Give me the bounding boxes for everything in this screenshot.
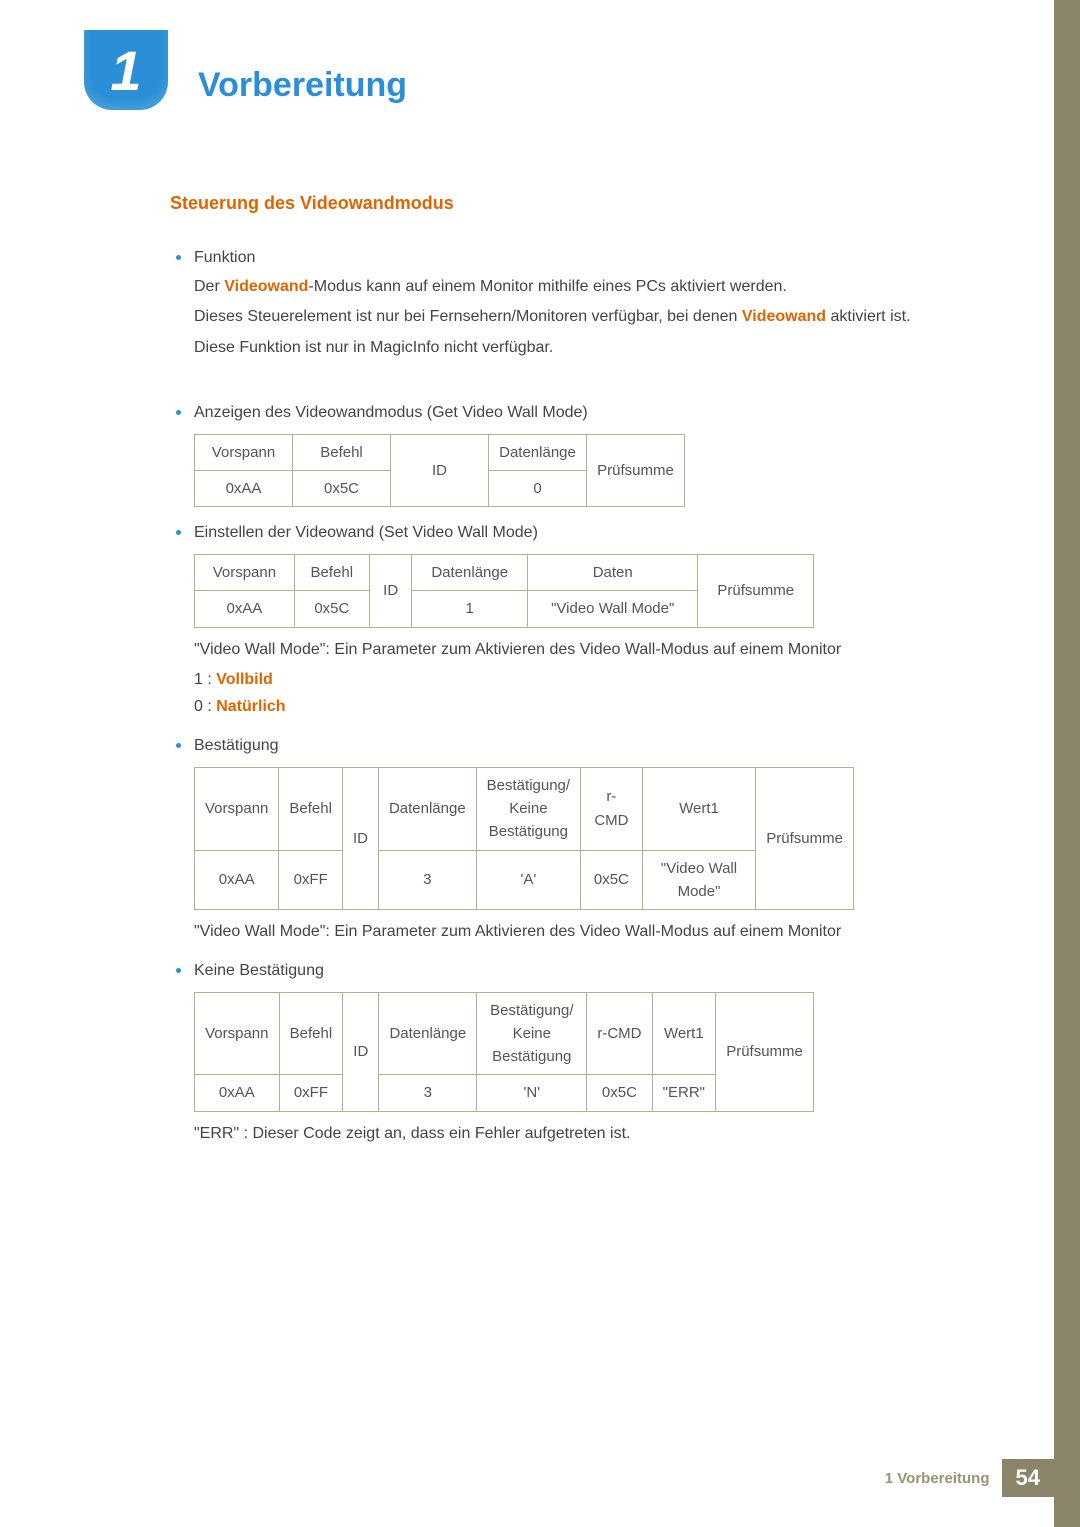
page-content: Steuerung des Videowandmodus Funktion De…: [170, 190, 920, 1153]
td: 1: [412, 591, 528, 627]
para-1: Der Videowand-Modus kann auf einem Monit…: [170, 275, 920, 300]
text: Dieses Steuerelement ist nur bei Fernseh…: [194, 308, 742, 325]
td: "Video Wall Mode": [642, 850, 756, 910]
th-id: ID: [343, 992, 379, 1111]
th-vorspann: Vorspann: [195, 767, 279, 850]
text: 1 :: [194, 671, 216, 688]
para-4: "Video Wall Mode": Ein Parameter zum Akt…: [170, 638, 920, 663]
table-nak: Vorspann Befehl ID Datenlänge Bestätigun…: [194, 992, 814, 1112]
td: 0x5C: [581, 850, 643, 910]
td: 0xAA: [195, 1075, 280, 1111]
text: 0 :: [194, 698, 216, 715]
page-number: 54: [1002, 1459, 1054, 1497]
th-bestaetigung: Bestätigung/ Keine Bestätigung: [476, 767, 580, 850]
chapter-number: 1: [110, 38, 141, 103]
mode-0: 0 : Natürlich: [170, 695, 920, 720]
td: 0xAA: [195, 471, 293, 507]
bullet-funktion: Funktion: [170, 246, 920, 271]
para-3: Diese Funktion ist nur in MagicInfo nich…: [170, 336, 920, 361]
table-row: Vorspann Befehl ID Datenlänge Prüfsumme: [195, 434, 685, 470]
vollbild-term: Vollbild: [216, 671, 273, 688]
table-set-mode: Vorspann Befehl ID Datenlänge Daten Prüf…: [194, 554, 814, 628]
bullet-keine-bestaetigung: Keine Bestätigung: [170, 959, 920, 984]
th-bestaetigung: Bestätigung/ Keine Bestätigung: [477, 992, 587, 1075]
page-footer: 1 Vorbereitung 54: [885, 1459, 1080, 1497]
th-vorspann: Vorspann: [195, 434, 293, 470]
bullet-einstellen: Einstellen der Videowand (Set Video Wall…: [170, 521, 920, 546]
videowand-term: Videowand: [742, 308, 826, 325]
td: 'N': [477, 1075, 587, 1111]
th-datenlaenge: Datenlänge: [378, 767, 476, 850]
th-befehl: Befehl: [293, 434, 391, 470]
table-get-mode: Vorspann Befehl ID Datenlänge Prüfsumme …: [194, 434, 685, 508]
chapter-number-tab: 1: [84, 30, 168, 110]
th-id: ID: [391, 434, 489, 507]
td: 0xFF: [279, 1075, 343, 1111]
text: aktiviert ist.: [826, 308, 910, 325]
td: 0xFF: [279, 850, 343, 910]
td: "Video Wall Mode": [527, 591, 698, 627]
th-daten: Daten: [527, 555, 698, 591]
videowand-term: Videowand: [224, 278, 308, 295]
td: 0x5C: [293, 471, 391, 507]
bullet-bestaetigung: Bestätigung: [170, 734, 920, 759]
bullet-anzeigen: Anzeigen des Videowandmodus (Get Video W…: [170, 401, 920, 426]
text: -Modus kann auf einem Monitor mithilfe e…: [308, 278, 786, 295]
th-datenlaenge: Datenlänge: [379, 992, 477, 1075]
table-ack: Vorspann Befehl ID Datenlänge Bestätigun…: [194, 767, 854, 910]
para-2: Dieses Steuerelement ist nur bei Fernseh…: [170, 305, 920, 330]
th-rcmd: r-CMD: [587, 992, 652, 1075]
td: 3: [378, 850, 476, 910]
table-row: Vorspann Befehl ID Datenlänge Bestätigun…: [195, 992, 814, 1075]
td: 0xAA: [195, 591, 295, 627]
td: 0x5C: [587, 1075, 652, 1111]
th-pruefsumme: Prüfsumme: [756, 767, 854, 909]
table-row: 0xAA 0xFF 3 'A' 0x5C "Video Wall Mode": [195, 850, 854, 910]
th-befehl: Befehl: [294, 555, 369, 591]
td: 0: [489, 471, 587, 507]
th-befehl: Befehl: [279, 767, 343, 850]
th-befehl: Befehl: [279, 992, 343, 1075]
chapter-header: 1 Vorbereitung: [0, 30, 1080, 110]
th-datenlaenge: Datenlänge: [489, 434, 587, 470]
para-6: "ERR" : Dieser Code zeigt an, dass ein F…: [170, 1122, 920, 1147]
td: "ERR": [652, 1075, 715, 1111]
th-datenlaenge: Datenlänge: [412, 555, 528, 591]
td: 'A': [476, 850, 580, 910]
th-pruefsumme: Prüfsumme: [698, 555, 814, 628]
footer-title: 1 Vorbereitung: [885, 1470, 990, 1487]
th-wert1: Wert1: [642, 767, 756, 850]
th-id: ID: [342, 767, 378, 909]
td: 3: [379, 1075, 477, 1111]
th-vorspann: Vorspann: [195, 992, 280, 1075]
th-pruefsumme: Prüfsumme: [587, 434, 685, 507]
sidebar-strip: [1054, 0, 1080, 1527]
mode-1: 1 : Vollbild: [170, 668, 920, 693]
chapter-title: Vorbereitung: [198, 66, 407, 105]
table-row: Vorspann Befehl ID Datenlänge Bestätigun…: [195, 767, 854, 850]
para-5: "Video Wall Mode": Ein Parameter zum Akt…: [170, 920, 920, 945]
td: 0xAA: [195, 850, 279, 910]
table-row: Vorspann Befehl ID Datenlänge Daten Prüf…: [195, 555, 814, 591]
section-title: Steuerung des Videowandmodus: [170, 190, 920, 218]
td: 0x5C: [294, 591, 369, 627]
th-wert1: Wert1: [652, 992, 715, 1075]
text: Der: [194, 278, 224, 295]
th-pruefsumme: Prüfsumme: [716, 992, 814, 1111]
th-id: ID: [369, 555, 412, 628]
th-vorspann: Vorspann: [195, 555, 295, 591]
th-rcmd: r-CMD: [581, 767, 643, 850]
natuerlich-term: Natürlich: [216, 698, 285, 715]
